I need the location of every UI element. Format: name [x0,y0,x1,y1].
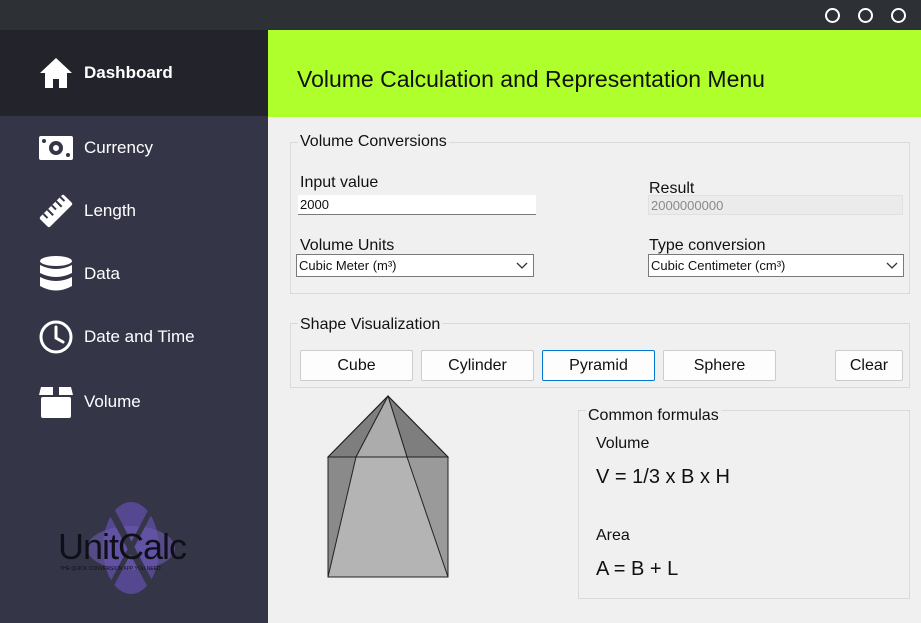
ruler-icon [38,193,74,229]
type-conversion-label: Type conversion [649,237,766,254]
sphere-button[interactable]: Sphere [663,350,776,381]
type-conversion-select[interactable]: Cubic Centimeter (cm³) [648,254,904,277]
sidebar-item-label: Dashboard [84,63,173,82]
sidebar-item-label: Length [84,201,136,220]
sidebar-item-label: Currency [84,138,153,157]
logo-text: UnitCalc [58,526,187,567]
sidebar-item-dashboard[interactable]: Dashboard [0,30,268,116]
sidebar-item-date-time[interactable]: Date and Time [0,307,268,367]
volume-units-value: Cubic Meter (m³) [299,258,397,273]
pyramid-button[interactable]: Pyramid [542,350,655,381]
close-icon[interactable] [891,8,906,23]
volume-units-select[interactable]: Cubic Meter (m³) [296,254,534,277]
sidebar-item-volume[interactable]: Volume [0,372,268,432]
cube-button[interactable]: Cube [300,350,413,381]
clear-button[interactable]: Clear [835,350,903,381]
input-value-field[interactable] [298,195,536,215]
banknote-icon [38,130,74,166]
sidebar-item-currency[interactable]: Currency [0,118,268,178]
database-icon [38,256,74,292]
volume-conversions-title: Volume Conversions [298,133,449,151]
type-conversion-value: Cubic Centimeter (cm³) [651,258,786,273]
common-formulas-title: Common formulas [586,407,721,425]
page-header: Volume Calculation and Representation Me… [268,30,921,117]
clock-icon [38,319,74,355]
title-bar [0,0,921,30]
shape-visualization-title: Shape Visualization [298,316,443,334]
sidebar-item-length[interactable]: Length [0,181,268,241]
shape-canvas [320,390,460,585]
box-icon [38,384,74,420]
sidebar: Dashboard Currency Length Data Date and … [0,30,268,623]
sidebar-item-data[interactable]: Data [0,244,268,304]
volume-formula-label: Volume [596,435,650,452]
result-field[interactable]: 2000000000 [648,195,903,215]
home-icon [38,55,74,91]
sidebar-item-label: Data [84,264,120,283]
cylinder-button[interactable]: Cylinder [421,350,534,381]
area-formula: A = B + L [596,558,679,580]
area-formula-label: Area [596,527,630,544]
chevron-down-icon [516,262,528,269]
volume-units-label: Volume Units [300,237,395,254]
app-logo: UnitCalc THE QUICK CONVERSION APP YOU NE… [56,500,206,595]
chevron-down-icon [886,262,898,269]
sidebar-item-label: Date and Time [84,327,195,346]
pyramid-drawing [326,394,450,578]
input-value-label: Input value [300,174,379,191]
maximize-icon[interactable] [858,8,873,23]
volume-formula: V = 1/3 x B x H [596,466,730,488]
page-title: Volume Calculation and Representation Me… [297,66,765,92]
minimize-icon[interactable] [825,8,840,23]
sidebar-item-label: Volume [84,392,141,411]
logo-tagline: THE QUICK CONVERSION APP YOU NEED [60,566,161,572]
